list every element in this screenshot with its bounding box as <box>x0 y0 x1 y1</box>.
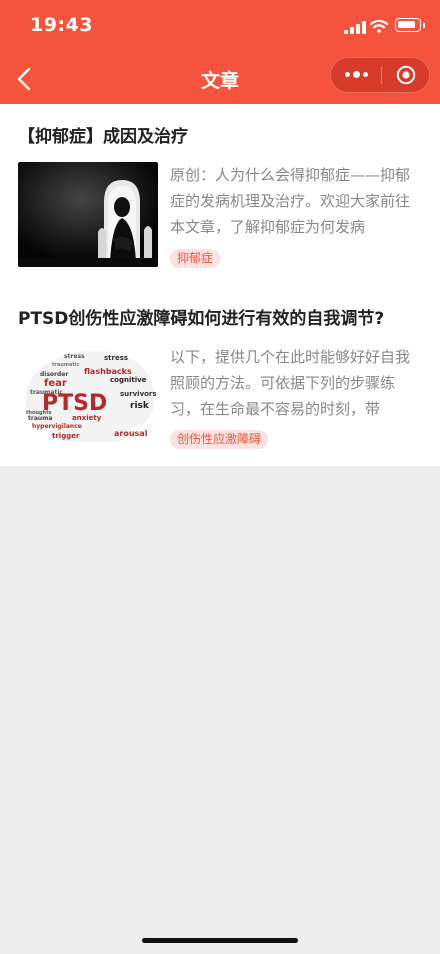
word: trauma <box>28 415 52 422</box>
wifi-icon <box>370 19 388 33</box>
word: fear <box>44 378 67 389</box>
article-summary: 原创：人为什么会得抑郁症——抑郁症的发病机理及治疗。欢迎大家前往本文章，了解抑郁… <box>170 166 411 236</box>
word: traumatic <box>52 362 79 368</box>
status-time: 19:43 <box>30 14 93 36</box>
word: hypervigilance <box>32 423 82 430</box>
article-thumbnail <box>18 162 158 267</box>
word: anxiety <box>72 414 102 422</box>
close-button[interactable] <box>382 58 430 92</box>
more-button[interactable] <box>331 58 381 92</box>
word: trigger <box>52 432 80 440</box>
article-title: PTSD创伤性应激障碍如何进行有效的自我调节? <box>18 309 385 329</box>
word: cognitive <box>110 376 147 384</box>
home-indicator <box>142 938 298 943</box>
word: stress <box>64 353 85 360</box>
article-thumbnail: stress stress traumatic disorder flashba… <box>18 344 158 449</box>
word: survivors <box>120 390 157 398</box>
article-title: 【抑郁症】成因及治疗 <box>18 127 188 147</box>
status-bar: 19:43 <box>0 0 440 54</box>
article-item[interactable]: PTSD创伤性应激障碍如何进行有效的自我调节? stress stress tr… <box>0 304 440 454</box>
article-item[interactable]: 【抑郁症】成因及治疗 原创：人为什么会得抑郁症——抑郁症的发病机理及治疗。欢迎大… <box>0 122 440 272</box>
word: thoughts <box>26 410 51 416</box>
word: flashbacks <box>84 367 132 376</box>
battery-icon <box>395 18 425 32</box>
signal-icon <box>344 20 366 34</box>
word: PTSD <box>42 391 107 416</box>
article-list: 【抑郁症】成因及治疗 原创：人为什么会得抑郁症——抑郁症的发病机理及治疗。欢迎大… <box>0 104 440 466</box>
word: stress <box>104 354 128 362</box>
word: risk <box>130 401 150 411</box>
nav-bar: 文章 <box>0 54 440 104</box>
menu-capsule <box>330 57 430 93</box>
article-tag[interactable]: 创伤性应激障碍 <box>170 430 269 449</box>
word: disorder <box>40 371 68 378</box>
article-summary: 以下，提供几个在此时能够好好自我照顾的方法。可依据下列的步骤练习，在生命最不容易… <box>170 348 411 418</box>
close-ring-icon <box>396 65 416 85</box>
word: arousal <box>114 429 148 438</box>
article-tag[interactable]: 抑郁症 <box>170 249 221 268</box>
